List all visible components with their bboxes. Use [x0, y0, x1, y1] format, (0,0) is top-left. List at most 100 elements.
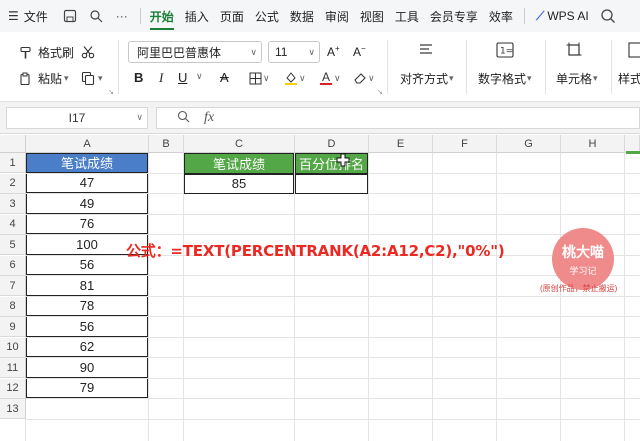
cell-a7[interactable]: 81	[26, 276, 148, 296]
borders-button[interactable]: ∨	[247, 70, 270, 86]
cell-a10[interactable]: 62	[26, 337, 148, 357]
eraser-icon	[352, 70, 368, 86]
row-header-6[interactable]: 6	[0, 255, 26, 276]
file-menu-button[interactable]: ☰ 文件	[8, 8, 48, 25]
align-label: 对齐方式	[400, 72, 449, 86]
row-header-2[interactable]: 2	[0, 173, 26, 194]
chevron-down-icon: ∨	[334, 72, 341, 83]
ribbon-separator	[611, 40, 612, 94]
fx-icon[interactable]: fx	[204, 110, 214, 126]
style-button[interactable]: 样式	[618, 70, 640, 87]
copy-icon	[80, 70, 96, 86]
row-header-12[interactable]: 12	[0, 378, 26, 399]
tab-member[interactable]: 会员专享	[430, 8, 478, 25]
tab-view[interactable]: 视图	[360, 8, 384, 25]
cell-d1[interactable]: 百分位排名	[295, 153, 368, 174]
search-icon[interactable]	[600, 8, 616, 27]
copy-button[interactable]: ▾	[80, 70, 103, 86]
clear-button[interactable]: ∨	[352, 70, 375, 86]
formula-input[interactable]: fx	[156, 107, 640, 129]
fill-color-button[interactable]: ∨	[283, 70, 306, 86]
underline-icon: U	[178, 70, 188, 85]
column-header-h[interactable]: H	[561, 135, 625, 153]
increase-font-button[interactable]: A+	[327, 44, 340, 59]
chevron-down-icon: ∨	[368, 72, 375, 83]
zoom-icon[interactable]	[177, 110, 190, 126]
decrease-font-icon: A−	[353, 44, 366, 59]
row-header-11[interactable]: 11	[0, 358, 26, 378]
row-header-4[interactable]: 4	[0, 214, 26, 235]
cell-a4[interactable]: 76	[26, 214, 148, 234]
cell-a8[interactable]: 78	[26, 296, 148, 316]
cell-a12[interactable]: 79	[26, 378, 148, 398]
more-icon[interactable]: ···	[114, 8, 130, 24]
tab-formula[interactable]: 公式	[255, 8, 279, 25]
row-header-13[interactable]: 13	[0, 399, 26, 419]
cell-a2[interactable]: 47	[26, 173, 148, 193]
tab-tools[interactable]: 工具	[395, 8, 419, 25]
dialog-launcher-icon[interactable]: ↘	[108, 88, 114, 96]
underline-button[interactable]: U	[178, 70, 187, 85]
number-format-button[interactable]: 数字格式 ▾	[478, 70, 532, 87]
row-header-8[interactable]: 8	[0, 296, 26, 317]
format-painter-button[interactable]: 格式刷	[18, 44, 74, 61]
column-header-d[interactable]: D	[295, 135, 369, 153]
number-format-icon: 1=	[496, 42, 514, 58]
column-header-g[interactable]: G	[497, 135, 561, 153]
cell-button[interactable]: 单元格 ▾	[556, 70, 598, 87]
font-size-select[interactable]: 11 ∨	[268, 41, 320, 63]
row-header-9[interactable]: 9	[0, 317, 26, 337]
wps-ai-label: WPS AI	[547, 9, 589, 23]
italic-button[interactable]: I	[159, 70, 163, 86]
dialog-launcher-icon[interactable]: ↘	[377, 88, 383, 96]
strikethrough-button[interactable]: A	[220, 70, 229, 85]
font-name-select[interactable]: 阿里巴巴普惠体 ∨	[128, 41, 262, 63]
align-button[interactable]: 对齐方式 ▾	[400, 70, 454, 87]
row-header-1[interactable]: 1	[0, 153, 26, 173]
watermark-logo: 桃大喵 学习记	[552, 228, 614, 290]
column-header-e[interactable]: E	[369, 135, 433, 153]
wps-ai-button[interactable]: ⟋ WPS AI	[536, 9, 589, 24]
chevron-down-icon: ∨	[308, 46, 315, 57]
cell-c1[interactable]: 笔试成绩	[184, 153, 294, 174]
cell-d2[interactable]	[295, 173, 368, 194]
cut-button[interactable]	[80, 44, 96, 60]
cell-a1[interactable]: 笔试成绩	[26, 153, 148, 173]
column-header-b[interactable]: B	[149, 135, 184, 153]
print-preview-icon[interactable]	[88, 8, 104, 24]
tab-efficiency[interactable]: 效率	[489, 8, 513, 25]
svg-text:1=: 1=	[500, 47, 513, 57]
cell-a9[interactable]: 56	[26, 317, 148, 337]
bold-button[interactable]: B	[134, 70, 143, 85]
formula-annotation: 公式：=TEXT(PERCENTRANK(A2:A12,C2),"0%")	[126, 242, 505, 260]
column-header-c[interactable]: C	[184, 135, 295, 153]
cell-a3[interactable]: 49	[26, 194, 148, 214]
decrease-font-button[interactable]: A−	[353, 44, 366, 59]
paste-button[interactable]: 粘贴 ▾	[18, 70, 69, 87]
row-header-5[interactable]: 5	[0, 235, 26, 255]
watermark-caption: (原创作品，禁止搬运)	[540, 284, 618, 293]
cell-c2[interactable]: 85	[184, 173, 294, 194]
tab-data[interactable]: 数据	[290, 8, 314, 25]
menu-separator	[139, 8, 141, 24]
row-header-10[interactable]: 10	[0, 337, 26, 358]
tab-page[interactable]: 页面	[220, 8, 244, 25]
name-box[interactable]: I17 ∨	[6, 107, 148, 129]
column-header-f[interactable]: F	[433, 135, 497, 153]
tab-insert[interactable]: 插入	[185, 8, 209, 25]
tab-home[interactable]: 开始	[149, 3, 174, 30]
row-header-7[interactable]: 7	[0, 276, 26, 296]
underline-dropdown[interactable]: ∨	[196, 71, 203, 82]
tab-review[interactable]: 审阅	[325, 8, 349, 25]
column-header-a[interactable]: A	[26, 135, 149, 153]
watermark-title: 桃大喵	[562, 243, 604, 260]
ribbon-separator	[466, 40, 467, 94]
save-icon[interactable]	[62, 8, 78, 24]
row-header-3[interactable]: 3	[0, 194, 26, 214]
cell-a11[interactable]: 90	[26, 358, 148, 378]
chevron-down-icon: ▾	[527, 73, 532, 83]
ribbon-separator	[118, 40, 119, 94]
font-color-button[interactable]: A ∨	[318, 70, 341, 86]
grid-hline	[26, 398, 640, 399]
select-all-corner[interactable]	[0, 135, 26, 153]
